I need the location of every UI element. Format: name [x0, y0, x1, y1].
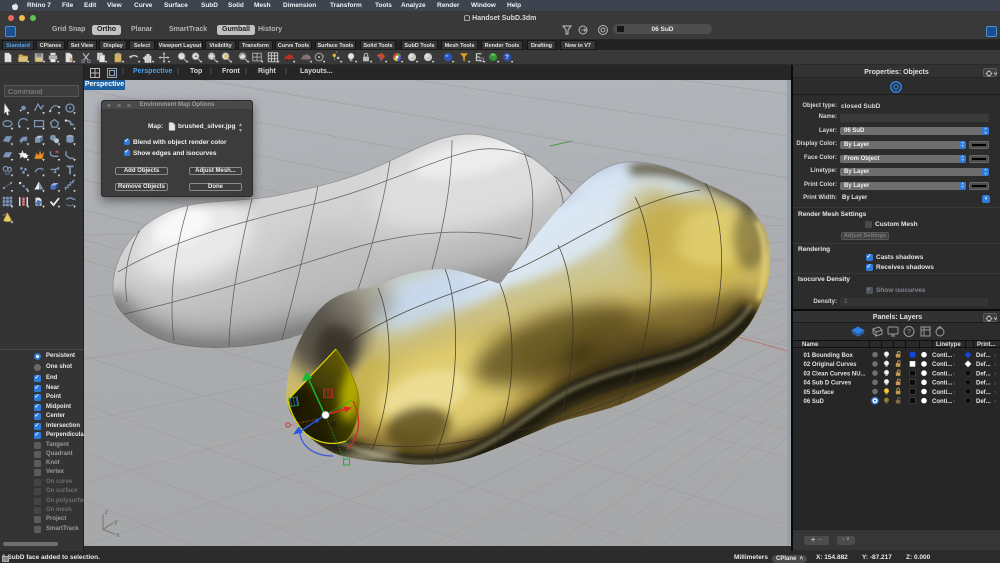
svg-text:Conti...: Conti... — [932, 371, 953, 377]
svg-text:Def...: Def... — [976, 371, 991, 377]
svg-text:04 Sub D Curves: 04 Sub D Curves — [804, 381, 852, 387]
svg-text:↕: ↕ — [953, 390, 955, 395]
svg-text:Conti...: Conti... — [932, 390, 953, 396]
svg-text:Def...: Def... — [976, 353, 991, 359]
svg-text:↕: ↕ — [953, 362, 955, 367]
svg-text:↕: ↕ — [953, 399, 955, 404]
svg-text:↕: ↕ — [994, 390, 996, 395]
svg-text:03 Clean Curves NU...: 03 Clean Curves NU... — [804, 371, 866, 377]
svg-text:Conti...: Conti... — [932, 399, 953, 405]
svg-text:Conti...: Conti... — [932, 353, 953, 359]
svg-text:↕: ↕ — [994, 362, 996, 367]
svg-text:Conti...: Conti... — [932, 362, 953, 368]
svg-text:?: ? — [907, 329, 911, 336]
svg-text:06 SuD: 06 SuD — [804, 399, 825, 405]
svg-text:↕: ↕ — [953, 371, 955, 376]
svg-text:↕: ↕ — [994, 353, 996, 358]
svg-text:Def...: Def... — [976, 390, 991, 396]
svg-text:01 Bounding Box: 01 Bounding Box — [804, 353, 854, 359]
svg-text:05 Surface: 05 Surface — [804, 390, 835, 396]
svg-text:Conti...: Conti... — [932, 381, 953, 387]
svg-text:↕: ↕ — [953, 380, 955, 385]
svg-text:↕: ↕ — [994, 399, 996, 404]
svg-text:z: z — [105, 509, 108, 516]
svg-text:Def...: Def... — [976, 399, 991, 405]
svg-text:↕: ↕ — [953, 353, 955, 358]
svg-text:↕: ↕ — [994, 371, 996, 376]
svg-text:↕: ↕ — [994, 380, 996, 385]
svg-text:?: ? — [505, 54, 509, 61]
svg-text:Def...: Def... — [976, 381, 991, 387]
svg-text:Def...: Def... — [976, 362, 991, 368]
svg-text:02 Original Curves: 02 Original Curves — [804, 362, 858, 368]
